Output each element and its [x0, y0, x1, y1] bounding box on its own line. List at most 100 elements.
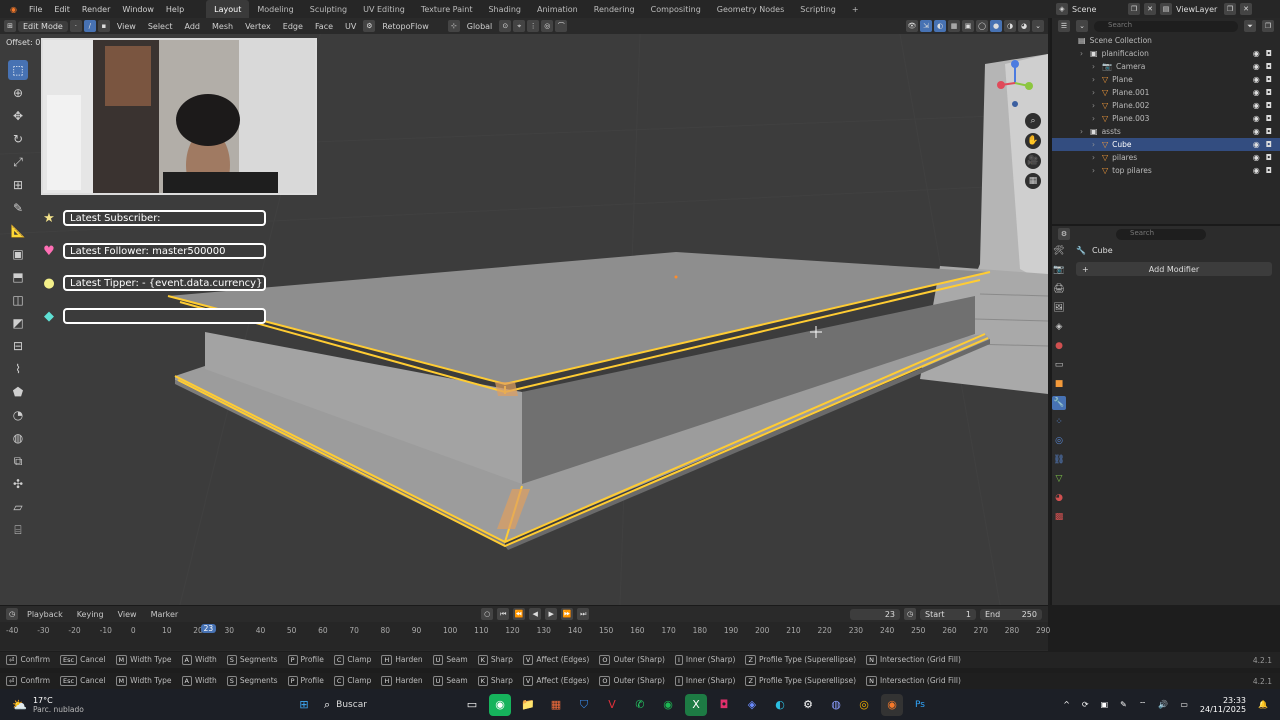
menu-mesh[interactable]: Mesh [207, 22, 238, 31]
store-icon[interactable]: ▦ [545, 694, 567, 716]
vertex-select-icon[interactable]: · [69, 20, 82, 32]
expand-chevron-icon[interactable]: › [1092, 166, 1102, 175]
display-mode-icon[interactable]: ⌄ [1076, 20, 1088, 32]
expand-chevron-icon[interactable]: › [1080, 127, 1090, 136]
menu-file[interactable]: File [23, 5, 48, 14]
pivot-icon[interactable]: ⊙ [499, 20, 512, 32]
retopoflow-menu[interactable]: RetopoFlow [377, 22, 433, 31]
menu-view[interactable]: View [112, 22, 141, 31]
tab-scripting[interactable]: Scripting [792, 0, 844, 18]
edge-slide-tool-icon[interactable]: ⧉ [8, 451, 28, 471]
rendered-shading-icon[interactable]: ◕ [1018, 20, 1030, 32]
tray-sync-icon[interactable]: ⟳ [1082, 700, 1089, 709]
tab-shading[interactable]: Shading [480, 0, 529, 18]
new-collection-icon[interactable]: ❐ [1262, 20, 1274, 32]
menu-edge[interactable]: Edge [278, 22, 308, 31]
tray-chevron-icon[interactable]: ^ [1063, 700, 1070, 709]
scene-icon[interactable]: ◈ [1056, 3, 1068, 15]
outliner-row[interactable]: › 📷 Camera ◉ ◘ [1052, 60, 1280, 73]
outliner-row[interactable]: › ▽ Plane ◉ ◘ [1052, 73, 1280, 86]
menu-add[interactable]: Add [180, 22, 206, 31]
timeline-ruler[interactable]: -40 -30 -20 -10 0 10 20 30 40 50 60 70 80 90 100 110 120… [0, 622, 1050, 650]
proportional-edit-icon[interactable]: ◎ [541, 20, 554, 32]
play-icon[interactable]: ▶ [545, 608, 558, 620]
volume-icon[interactable]: 🔊 [1158, 700, 1168, 709]
outliner-row[interactable]: › ▣ planificacion ◉ ◘ [1052, 47, 1280, 60]
preview-range-icon[interactable]: ◷ [904, 608, 916, 620]
wifi-icon[interactable]: ⌔ [1139, 700, 1147, 710]
material-shading-icon[interactable]: ◑ [1004, 20, 1016, 32]
cursor-tool-icon[interactable]: ⊕ [8, 83, 28, 103]
collection-tab-icon[interactable]: ▭ [1052, 358, 1066, 372]
xray-icon[interactable]: ▣ [962, 20, 974, 32]
end-frame-field[interactable]: End 250 [980, 608, 1042, 620]
app-green-icon[interactable]: ◉ [489, 693, 511, 716]
navigation-gizmo[interactable] [995, 58, 1039, 108]
delete-scene-icon[interactable]: ✕ [1144, 3, 1156, 15]
camera-render-icon[interactable]: ◘ [1266, 153, 1272, 162]
rip-tool-icon[interactable]: ⌸ [8, 520, 28, 540]
pan-hand-icon[interactable]: ✋ [1025, 133, 1041, 149]
physics-tab-icon[interactable]: ◎ [1052, 434, 1066, 448]
outliner-row[interactable]: › ▽ Cube ◉ ◘ [1052, 138, 1280, 151]
menu-marker[interactable]: Marker [146, 610, 184, 619]
add-cube-tool-icon[interactable]: ▣ [8, 244, 28, 264]
view-layer-icon[interactable]: ▤ [1160, 3, 1172, 15]
start-frame-field[interactable]: Start 1 [920, 608, 976, 620]
inset-tool-icon[interactable]: ◫ [8, 290, 28, 310]
eye-icon[interactable]: ◉ [1253, 140, 1260, 149]
valorant-icon[interactable]: V [601, 694, 623, 716]
eye-icon[interactable]: ◉ [1253, 127, 1260, 136]
world-tab-icon[interactable]: ● [1052, 339, 1066, 353]
view-layer-tab-icon[interactable]: 🖼 [1052, 301, 1066, 315]
scale-tool-icon[interactable]: ⤢ [8, 152, 28, 172]
measure-tool-icon[interactable]: 📐 [8, 221, 28, 241]
tab-geometry-nodes[interactable]: Geometry Nodes [709, 0, 792, 18]
expand-chevron-icon[interactable]: › [1092, 62, 1102, 71]
object-name-field[interactable]: Cube [1092, 246, 1113, 255]
playhead[interactable]: 23 [200, 624, 217, 633]
clock[interactable]: 23:33 24/11/2025 [1200, 696, 1246, 714]
whatsapp-icon[interactable]: ✆ [629, 694, 651, 716]
menu-playback[interactable]: Playback [22, 610, 68, 619]
start-button-icon[interactable]: ⊞ [293, 694, 315, 716]
tab-rendering[interactable]: Rendering [586, 0, 643, 18]
scene-name[interactable]: Scene [1072, 5, 1124, 14]
camera-render-icon[interactable]: ◘ [1266, 62, 1272, 71]
orientation-selector[interactable]: Global [462, 22, 498, 31]
outliner-row[interactable]: › ▽ Plane.002 ◉ ◘ [1052, 99, 1280, 112]
camera-render-icon[interactable]: ◘ [1266, 75, 1272, 84]
task-view-icon[interactable]: ▭ [461, 694, 483, 716]
shrink-fatten-tool-icon[interactable]: ✣ [8, 474, 28, 494]
scene-tab-icon[interactable]: ◈ [1052, 320, 1066, 334]
render-tab-icon[interactable]: 📷 [1052, 263, 1066, 277]
move-tool-icon[interactable]: ✥ [8, 106, 28, 126]
falloff-icon[interactable]: ⌒ [555, 20, 568, 32]
properties-search-input[interactable]: Search [1116, 228, 1206, 240]
blender-logo-icon[interactable]: ◉ [4, 5, 23, 14]
outliner-editor-icon[interactable]: ☰ [1058, 20, 1070, 32]
transform-tool-icon[interactable]: ⊞ [8, 175, 28, 195]
eye-icon[interactable]: ◉ [1253, 62, 1260, 71]
tab-texture-paint[interactable]: Texture Paint [413, 0, 481, 18]
smooth-tool-icon[interactable]: ◍ [8, 428, 28, 448]
generic-app-icon[interactable]: ◈ [741, 694, 763, 716]
tab-uv-editing[interactable]: UV Editing [355, 0, 413, 18]
modifier-tab-icon[interactable]: 🔧 [1052, 396, 1066, 410]
camera-render-icon[interactable]: ◘ [1266, 49, 1272, 58]
camera-render-icon[interactable]: ◘ [1266, 166, 1272, 175]
camera-render-icon[interactable]: ◘ [1266, 88, 1272, 97]
edge-select-icon[interactable]: / [83, 20, 96, 32]
visibility-icon[interactable]: 👁 [906, 20, 918, 32]
outliner-search-input[interactable]: Search [1094, 20, 1238, 32]
photoshop-icon[interactable]: Ps [909, 694, 931, 716]
menu-select[interactable]: Select [143, 22, 178, 31]
filter-icon[interactable]: ⏷ [1244, 20, 1256, 32]
add-modifier-button[interactable]: + Add Modifier [1076, 262, 1272, 276]
chrome-icon[interactable]: ◎ [853, 694, 875, 716]
expand-chevron-icon[interactable]: › [1092, 75, 1102, 84]
excel-icon[interactable]: X [685, 693, 707, 716]
auto-keying-icon[interactable]: ○ [481, 608, 494, 620]
solid-shading-icon[interactable]: ● [990, 20, 1002, 32]
knife-tool-icon[interactable]: ⌇ [8, 359, 28, 379]
